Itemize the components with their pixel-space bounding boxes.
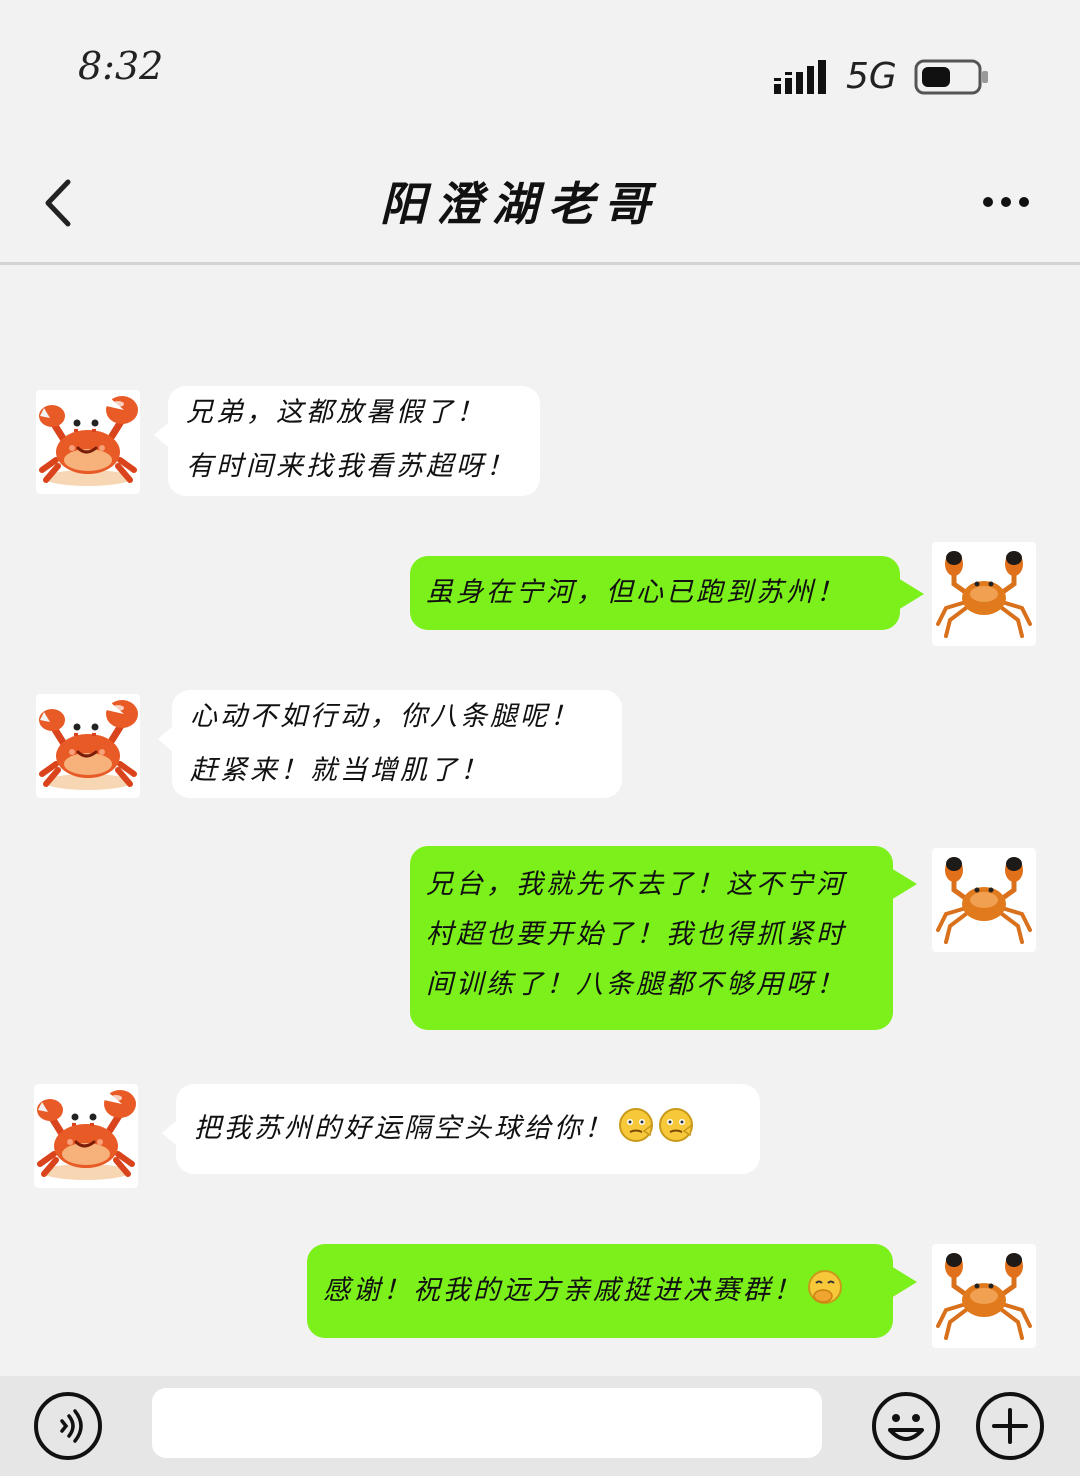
message-bubble: 把我苏州的好运隔空头球给你！	[162, 1084, 760, 1174]
message-bubble: 虽身在宁河，但心已跑到苏州！	[410, 556, 924, 630]
cartoon-crab-avatar[interactable]	[34, 1084, 138, 1188]
message-text: 村超也要开始了！我也得抓紧时	[426, 919, 846, 950]
message-bubble: 兄弟，这都放暑假了！ 有时间来找我看苏超呀！	[154, 386, 540, 496]
giggle-emoji	[808, 1270, 842, 1304]
message-text: 心动不如行动，你八条腿呢！	[190, 701, 580, 732]
hairy-crab-avatar[interactable]	[932, 542, 1036, 646]
message-text: 间训练了！八条腿都不够用呀！	[426, 969, 846, 1000]
network-type: 5G	[846, 56, 897, 97]
message-text: 虽身在宁河，但心已跑到苏州！	[426, 577, 846, 608]
cartoon-crab-avatar[interactable]	[36, 390, 140, 494]
message-bubble: 心动不如行动，你八条腿呢！ 赶紧来！就当增肌了！	[158, 690, 622, 798]
message-text: 把我苏州的好运隔空头球给你！	[194, 1113, 614, 1144]
message-bubble: 感谢！祝我的远方亲戚挺进决赛群！	[307, 1244, 917, 1338]
more-dots-icon[interactable]	[982, 195, 1030, 209]
message-text: 赶紧来！就当增肌了！	[190, 755, 490, 786]
smiley-icon[interactable]	[870, 1390, 942, 1462]
voice-icon[interactable]	[32, 1390, 104, 1462]
pointing-emoji	[619, 1108, 654, 1142]
chat-header: 阳澄湖老哥	[0, 140, 1080, 265]
message-text-row: 把我苏州的好运隔空头球给你！	[194, 1084, 742, 1174]
cartoon-crab-avatar[interactable]	[36, 694, 140, 798]
message-text: 有时间来找我看苏超呀！	[186, 451, 516, 482]
chat-title: 阳澄湖老哥	[380, 177, 660, 231]
message-bubble: 兄台，我就先不去了！这不宁河 村超也要开始了！我也得抓紧时 间训练了！八条腿都不…	[410, 846, 917, 1030]
battery-icon	[914, 59, 988, 95]
message-text: 感谢！祝我的远方亲戚挺进决赛群！	[323, 1275, 803, 1306]
hairy-crab-avatar[interactable]	[932, 848, 1036, 952]
plus-circle-icon[interactable]	[974, 1390, 1046, 1462]
status-time: 8:32	[78, 44, 164, 88]
message-text-row: 感谢！祝我的远方亲戚挺进决赛群！	[323, 1244, 877, 1338]
message-input[interactable]	[152, 1388, 822, 1458]
message-text: 兄台，我就先不去了！这不宁河	[426, 869, 846, 900]
input-bar	[0, 1376, 1080, 1476]
signal-bars-icon	[774, 60, 826, 94]
status-bar: 8:32 5G	[0, 0, 1080, 130]
pointing-emoji	[659, 1108, 694, 1142]
hairy-crab-avatar[interactable]	[932, 1244, 1036, 1348]
message-text: 兄弟，这都放暑假了！	[186, 397, 486, 428]
